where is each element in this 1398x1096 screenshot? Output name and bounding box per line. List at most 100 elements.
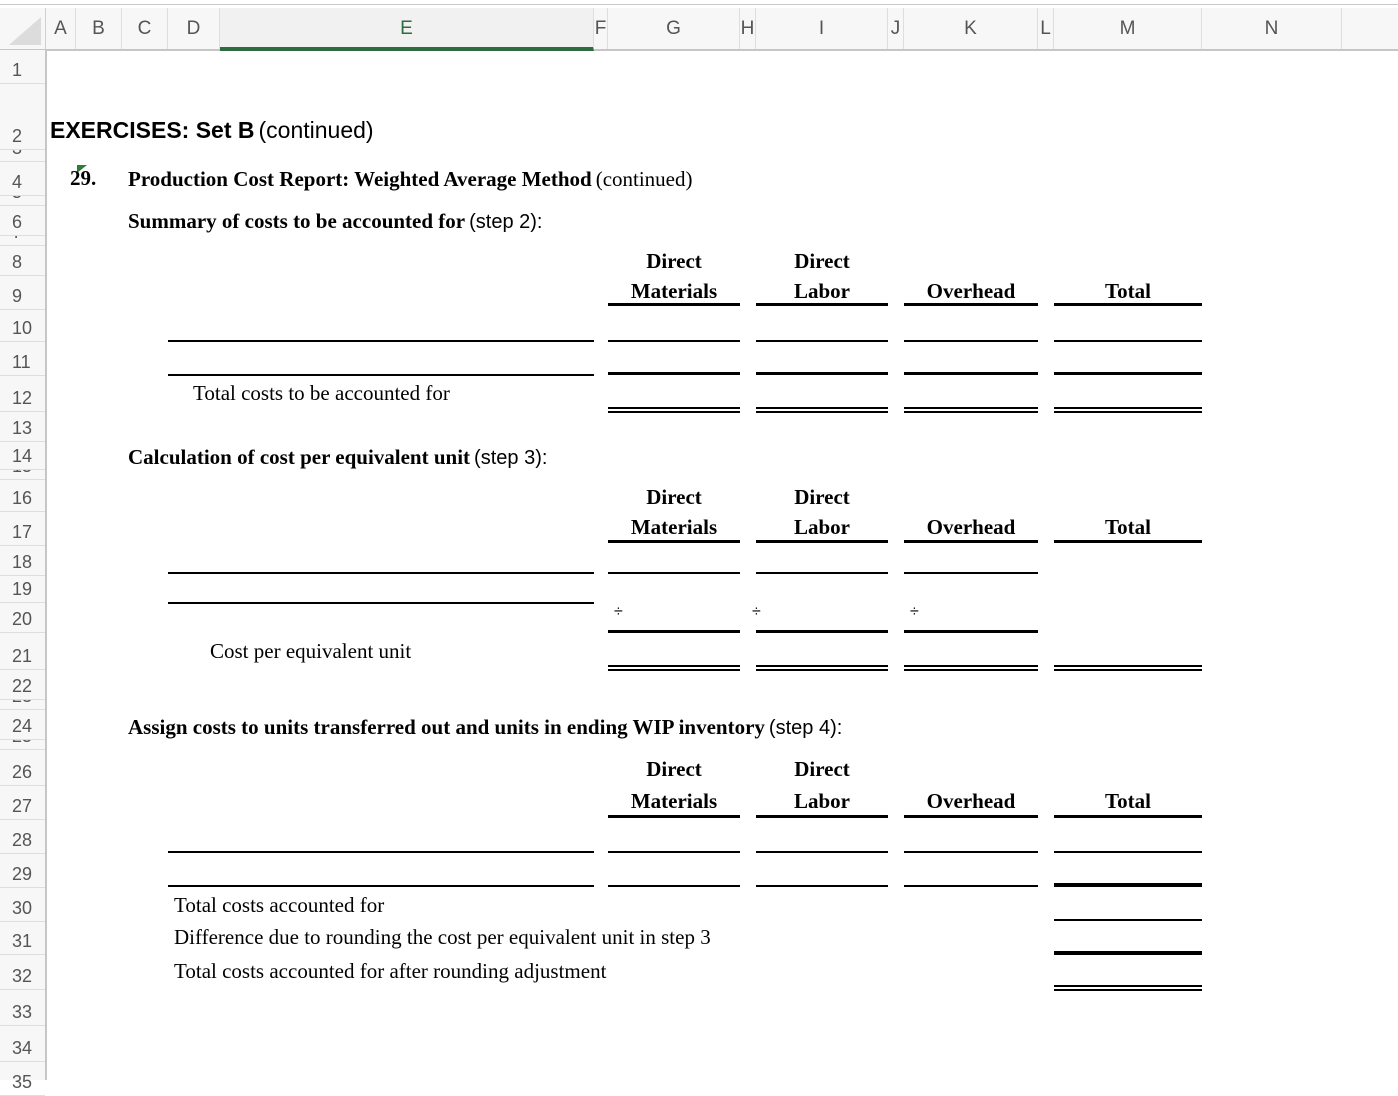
answer-line-dl[interactable] [756,851,888,853]
exercise-title: Production Cost Report: Weighted Average… [128,167,693,192]
step3-header-dl-line2: Labor [793,515,850,539]
answer-line-dl[interactable] [756,572,888,574]
column-header-f[interactable]: F [594,8,608,49]
answer-line-dm[interactable] [608,630,740,633]
step4-heading-bold: Assign costs to units transferred out an… [128,715,765,739]
row-header[interactable]: 22 [0,670,45,700]
column-header-j[interactable]: J [888,8,904,49]
row-header[interactable]: 2 [0,84,45,150]
row-header[interactable]: 35 [0,1062,45,1096]
answer-line-total[interactable] [1054,883,1202,887]
answer-line-label[interactable] [168,572,594,574]
step2-heading: Summary of costs to be accounted for (st… [128,209,542,234]
row-header[interactable]: 20 [0,603,45,633]
row-header[interactable]: 8 [0,246,45,276]
select-all-button[interactable] [0,8,46,49]
row-header[interactable]: 10 [0,310,45,342]
column-header-m[interactable]: M [1054,8,1202,49]
adjusted-total-double-underline[interactable] [1054,985,1202,991]
column-header-h[interactable]: H [740,8,756,49]
column-header-k[interactable]: K [904,8,1038,49]
answer-line-label[interactable] [168,374,594,376]
row-header[interactable]: 33 [0,990,45,1026]
answer-line-dm[interactable] [608,340,740,342]
row-header[interactable]: 32 [0,955,45,990]
column-header-g[interactable]: G [608,8,740,49]
answer-line-label[interactable] [168,340,594,342]
answer-line-overhead[interactable] [904,572,1038,574]
row-header[interactable]: 34 [0,1026,45,1062]
row-header[interactable]: 1 [0,50,45,84]
answer-line-overhead[interactable] [904,630,1038,633]
answer-line-dl[interactable] [756,630,888,633]
answer-line-dm[interactable] [608,885,740,887]
header-underline [608,815,740,818]
answer-line-overhead[interactable] [904,372,1038,375]
row-header[interactable]: 27 [0,786,45,820]
row-header[interactable]: 15 [0,470,45,480]
step4-header-overhead: Overhead [926,789,1016,813]
row-header[interactable]: 14 [0,442,45,470]
sheet-title: EXERCISES: Set B (continued) [50,117,374,144]
row-header[interactable]: 13 [0,412,45,442]
row-header[interactable]: 17 [0,512,45,546]
row-header[interactable]: 12 [0,376,45,412]
answer-line-overhead[interactable] [904,851,1038,853]
row-header[interactable]: 16 [0,480,45,512]
answer-line-dl[interactable] [756,340,888,342]
column-header-e[interactable]: E [220,8,594,51]
row-header[interactable]: 28 [0,820,45,854]
row-header[interactable]: 29 [0,854,45,888]
total-double-underline-dm[interactable] [608,407,740,413]
answer-line-overhead[interactable] [904,885,1038,887]
answer-line-total[interactable] [1054,851,1202,853]
answer-line-dm[interactable] [608,372,740,375]
row-header[interactable]: 11 [0,342,45,376]
answer-line-label[interactable] [168,602,594,604]
total-double-underline-overhead[interactable] [904,407,1038,413]
header-underline [904,540,1038,543]
result-double-underline-dl[interactable] [756,665,888,671]
column-header-d[interactable]: D [168,8,220,49]
result-double-underline-total[interactable] [1054,665,1202,671]
answer-line-label[interactable] [168,885,594,887]
column-header-b[interactable]: B [76,8,122,49]
answer-line-dl[interactable] [756,372,888,375]
row-header[interactable]: 31 [0,922,45,955]
answer-line-dm[interactable] [608,851,740,853]
result-double-underline-overhead[interactable] [904,665,1038,671]
header-underline [1054,303,1202,306]
row-header[interactable]: 7 [0,236,45,246]
row-header[interactable]: 25 [0,740,45,750]
answer-line-total[interactable] [1054,340,1202,342]
column-header-l[interactable]: L [1038,8,1054,49]
row-header[interactable]: 5 [0,196,45,206]
column-header-i[interactable]: I [756,8,888,49]
row-header[interactable]: 4 [0,162,45,196]
answer-line-total[interactable] [1054,372,1202,375]
total-double-underline-total[interactable] [1054,407,1202,413]
step2-heading-bold: Summary of costs to be accounted for [128,209,466,233]
column-header-n[interactable]: N [1202,8,1342,49]
rounding-difference-line[interactable] [1054,951,1202,955]
row-header[interactable]: 21 [0,633,45,670]
answer-line-label[interactable] [168,851,594,853]
row-header[interactable]: 30 [0,888,45,922]
total-double-underline-dl[interactable] [756,407,888,413]
exercise-title-suffix: (continued) [595,167,693,191]
result-double-underline-dm[interactable] [608,665,740,671]
answer-line-dl[interactable] [756,885,888,887]
answer-line-overhead[interactable] [904,340,1038,342]
column-header-c[interactable]: C [122,8,168,49]
row-header[interactable]: 6 [0,206,45,236]
row-header[interactable]: 24 [0,710,45,740]
total-costs-accounted-line[interactable] [1054,919,1202,921]
column-header-a[interactable]: A [46,8,76,49]
answer-line-dm[interactable] [608,572,740,574]
row-header[interactable]: 3 [0,150,45,162]
row-header[interactable]: 26 [0,750,45,786]
row-header[interactable]: 19 [0,576,45,603]
row-header[interactable]: 23 [0,700,45,710]
row-header[interactable]: 9 [0,276,45,310]
row-header[interactable]: 18 [0,546,45,576]
